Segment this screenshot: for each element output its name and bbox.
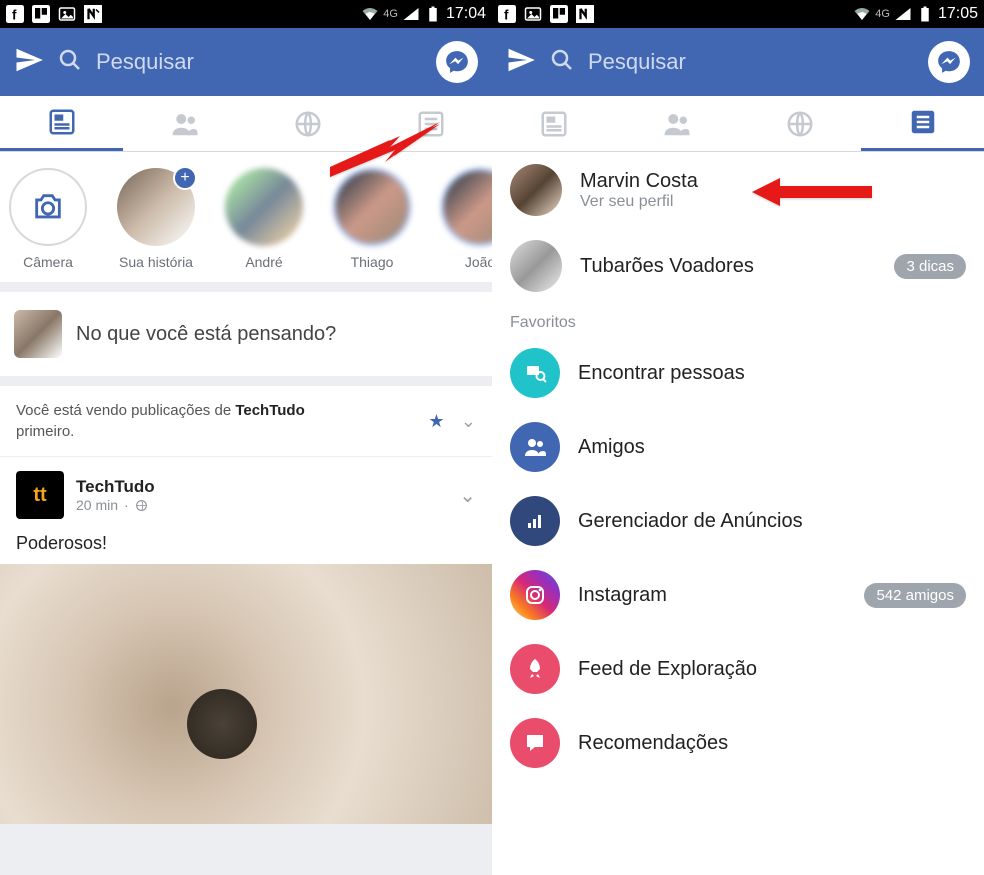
search-input[interactable]: Pesquisar xyxy=(96,49,422,75)
tab-bar xyxy=(492,96,984,152)
photo-app-icon xyxy=(58,5,76,23)
npm-app-icon xyxy=(84,5,102,23)
menu-item-label: Encontrar pessoas xyxy=(578,362,745,385)
menu-list: Marvin Costa Ver seu perfil Tubarões Voa… xyxy=(492,152,984,875)
wifi-icon xyxy=(361,5,379,23)
tab-friends[interactable] xyxy=(615,96,738,151)
signal-icon xyxy=(402,5,420,23)
story-friend-2[interactable]: João xyxy=(432,168,492,270)
friends-icon xyxy=(510,422,560,472)
svg-text:f: f xyxy=(504,7,509,22)
post-body-text: Poderosos! xyxy=(16,519,476,564)
wifi-icon xyxy=(853,5,871,23)
page-name: Tubarões Voadores xyxy=(580,255,876,278)
send-icon[interactable] xyxy=(14,45,44,80)
instagram-friends-badge: 542 amigos xyxy=(864,583,966,608)
see-first-text: Você está vendo publicações de TechTudop… xyxy=(16,400,305,442)
menu-explore-feed[interactable]: Feed de Exploração xyxy=(492,632,984,706)
star-icon: ★ xyxy=(428,411,444,431)
rocket-icon xyxy=(510,644,560,694)
tab-news-feed[interactable] xyxy=(492,96,615,151)
fb-header: Pesquisar xyxy=(492,28,984,96)
search-input[interactable]: Pesquisar xyxy=(588,49,914,75)
messenger-icon[interactable] xyxy=(436,41,478,83)
story-friend-label: Thiago xyxy=(351,254,394,270)
status-time: 17:04 xyxy=(446,5,486,23)
see-first-banner[interactable]: Você está vendo publicações de TechTudop… xyxy=(0,386,492,456)
menu-item-label: Amigos xyxy=(578,436,645,459)
photo-app-icon xyxy=(524,5,542,23)
post-options-chevron-icon[interactable]: ⌄ xyxy=(459,483,476,508)
trello-app-icon xyxy=(32,5,50,23)
network-4g-label: 4G xyxy=(875,8,890,20)
facebook-app-icon: f xyxy=(498,5,516,23)
battery-icon xyxy=(916,5,934,23)
status-right-icons: 4G 17:04 xyxy=(361,5,486,23)
story-camera-label: Câmera xyxy=(23,254,73,270)
instagram-icon xyxy=(510,570,560,620)
npm-app-icon xyxy=(576,5,594,23)
signal-icon xyxy=(894,5,912,23)
menu-item-label: Feed de Exploração xyxy=(578,658,757,681)
menu-ads-manager[interactable]: Gerenciador de Anúncios xyxy=(492,484,984,558)
search-icon[interactable] xyxy=(550,48,574,77)
network-4g-label: 4G xyxy=(383,8,398,20)
page-avatar xyxy=(510,240,562,292)
find-people-icon xyxy=(510,348,560,398)
story-own-label: Sua história xyxy=(119,254,193,270)
tab-friends[interactable] xyxy=(123,96,246,151)
profile-avatar xyxy=(510,164,562,216)
menu-item-label: Gerenciador de Anúncios xyxy=(578,510,803,533)
post-card: tt TechTudo 20 min · ⌄ Poderosos! xyxy=(0,457,492,824)
post-page-name[interactable]: TechTudo xyxy=(76,477,447,497)
story-own[interactable]: + Sua história xyxy=(108,168,204,270)
facebook-app-icon: f xyxy=(6,5,24,23)
story-camera[interactable]: Câmera xyxy=(0,168,96,270)
ads-manager-icon xyxy=(510,496,560,546)
menu-item-label: Recomendações xyxy=(578,732,728,755)
status-bar: f 4G 17:05 xyxy=(492,0,984,28)
svg-text:f: f xyxy=(12,7,17,22)
status-bar: f 4G 17:04 xyxy=(0,0,492,28)
status-left-icons: f xyxy=(498,5,594,23)
status-time: 17:05 xyxy=(938,5,978,23)
menu-item-label: Instagram xyxy=(578,584,846,607)
page-tips-badge: 3 dicas xyxy=(894,254,966,279)
tab-globe[interactable] xyxy=(738,96,861,151)
chevron-down-icon[interactable]: ⌄ xyxy=(461,411,476,431)
annotation-arrow-left xyxy=(330,122,440,182)
status-left-icons: f xyxy=(6,5,102,23)
fb-header: Pesquisar xyxy=(0,28,492,96)
send-icon[interactable] xyxy=(506,45,536,80)
phone-right-menu: f 4G 17:05 Pesquisar Marvin Costa Ve xyxy=(492,0,984,875)
status-right-icons: 4G 17:05 xyxy=(853,5,978,23)
search-icon[interactable] xyxy=(58,48,82,77)
story-friend-label: André xyxy=(245,254,282,270)
plus-icon: + xyxy=(173,166,197,190)
menu-profile-row[interactable]: Marvin Costa Ver seu perfil xyxy=(492,152,984,228)
post-image[interactable] xyxy=(0,564,492,824)
menu-section-favorites: Favoritos xyxy=(492,304,984,336)
menu-instagram[interactable]: Instagram 542 amigos xyxy=(492,558,984,632)
annotation-arrow-right xyxy=(752,172,872,217)
speech-bubble-icon xyxy=(510,718,560,768)
composer-prompt: No que você está pensando? xyxy=(76,323,336,346)
trello-app-icon xyxy=(550,5,568,23)
menu-find-people[interactable]: Encontrar pessoas xyxy=(492,336,984,410)
story-friend-0[interactable]: André xyxy=(216,168,312,270)
globe-icon xyxy=(135,499,148,512)
story-friend-1[interactable]: Thiago xyxy=(324,168,420,270)
post-page-avatar[interactable]: tt xyxy=(16,471,64,519)
post-timestamp: 20 min · xyxy=(76,497,447,513)
tab-news-feed[interactable] xyxy=(0,96,123,151)
messenger-icon[interactable] xyxy=(928,41,970,83)
battery-icon xyxy=(424,5,442,23)
tab-menu[interactable] xyxy=(861,96,984,151)
user-avatar xyxy=(14,310,62,358)
story-friend-label: João xyxy=(465,254,492,270)
menu-page-row[interactable]: Tubarões Voadores 3 dicas xyxy=(492,228,984,304)
menu-friends[interactable]: Amigos xyxy=(492,410,984,484)
composer[interactable]: No que você está pensando? xyxy=(0,292,492,376)
menu-recommendations[interactable]: Recomendações xyxy=(492,706,984,780)
